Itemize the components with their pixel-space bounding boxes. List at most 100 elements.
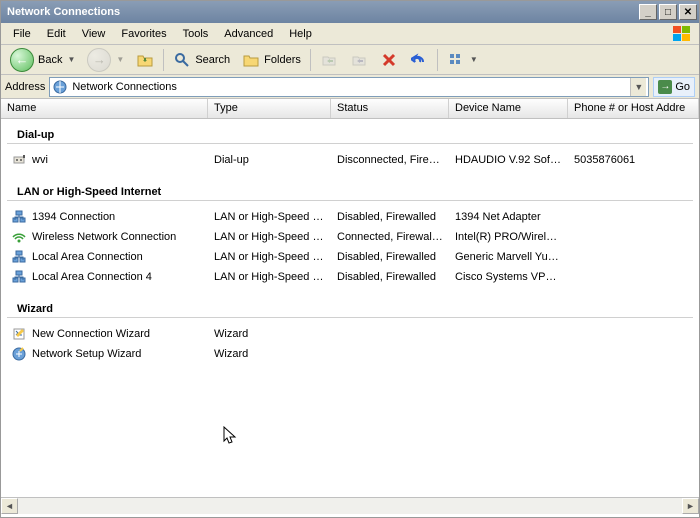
item-status: Connected, Firewalled: [331, 231, 449, 243]
item-status: Disconnected, Firewalled: [331, 154, 449, 166]
title-bar: Network Connections _ □ ✕: [1, 1, 699, 23]
list-item[interactable]: Wireless Network Connection LAN or High-S…: [1, 227, 699, 247]
item-name: Network Setup Wizard: [32, 348, 141, 360]
address-bar: Address Network Connections ▼ → Go: [1, 75, 699, 99]
copy-to-icon: [350, 51, 368, 69]
go-button[interactable]: → Go: [653, 77, 695, 97]
folders-button[interactable]: Folders: [237, 48, 306, 72]
item-name: 1394 Connection: [32, 211, 115, 223]
back-button[interactable]: ← Back ▼: [5, 45, 80, 75]
column-phone[interactable]: Phone # or Host Addre: [568, 99, 699, 118]
menu-bar: File Edit View Favorites Tools Advanced …: [1, 23, 699, 45]
back-arrow-icon: ←: [10, 48, 34, 72]
window-title: Network Connections: [7, 6, 120, 18]
go-label: Go: [675, 81, 690, 93]
menu-advanced[interactable]: Advanced: [216, 26, 281, 42]
item-phone: 5035876061: [568, 154, 699, 166]
address-value: Network Connections: [72, 81, 626, 93]
list-item[interactable]: 1394 Connection LAN or High-Speed Inter..…: [1, 207, 699, 227]
close-button[interactable]: ✕: [679, 4, 697, 20]
item-name: Local Area Connection: [32, 251, 143, 263]
folders-icon: [242, 51, 260, 69]
item-type: Wizard: [208, 328, 331, 340]
list-item[interactable]: Local Area Connection 4 LAN or High-Speed…: [1, 267, 699, 287]
list-item[interactable]: New Connection Wizard Wizard: [1, 324, 699, 344]
menu-edit[interactable]: Edit: [39, 26, 74, 42]
scroll-right-icon[interactable]: ►: [682, 498, 699, 514]
chevron-down-icon: ▼: [470, 55, 478, 64]
connection-icon: [11, 152, 27, 168]
scroll-left-icon[interactable]: ◄: [1, 498, 18, 514]
connection-icon: [11, 249, 27, 265]
delete-button[interactable]: [375, 48, 403, 72]
item-name: Wireless Network Connection: [32, 231, 176, 243]
item-name: wvi: [32, 154, 48, 166]
toolbar: ← Back ▼ → ▼ Search Folders ▼: [1, 45, 699, 75]
item-type: Dial-up: [208, 154, 331, 166]
menu-help[interactable]: Help: [281, 26, 320, 42]
address-label: Address: [5, 81, 45, 93]
column-headers: Name Type Status Device Name Phone # or …: [1, 99, 699, 119]
menu-tools[interactable]: Tools: [175, 26, 217, 42]
item-type: LAN or High-Speed Inter...: [208, 211, 331, 223]
folder-up-icon: [136, 51, 154, 69]
item-type: LAN or High-Speed Inter...: [208, 231, 331, 243]
menu-view[interactable]: View: [74, 26, 114, 42]
content-area: Dial-upwviDial-upDisconnected, Firewalle…: [1, 119, 699, 497]
windows-logo-icon: [669, 24, 695, 44]
menu-favorites[interactable]: Favorites: [113, 26, 174, 42]
item-type: LAN or High-Speed Inter...: [208, 251, 331, 263]
column-name[interactable]: Name: [1, 99, 208, 118]
folders-label: Folders: [264, 54, 301, 66]
search-button[interactable]: Search: [168, 48, 235, 72]
list-item[interactable]: Network Setup Wizard Wizard: [1, 344, 699, 364]
connection-icon: [11, 326, 27, 342]
group-header: Dial-up: [7, 125, 693, 144]
undo-icon: [410, 51, 428, 69]
item-device: 1394 Net Adapter: [449, 211, 568, 223]
search-label: Search: [195, 54, 230, 66]
item-device: Generic Marvell Yukon C...: [449, 251, 568, 263]
copy-to-button[interactable]: [345, 48, 373, 72]
item-name: New Connection Wizard: [32, 328, 150, 340]
item-type: Wizard: [208, 348, 331, 360]
column-status[interactable]: Status: [331, 99, 449, 118]
item-device: Intel(R) PRO/Wireless 39...: [449, 231, 568, 243]
delete-x-icon: [380, 51, 398, 69]
connection-icon: [11, 346, 27, 362]
views-icon: [447, 51, 465, 69]
move-to-button[interactable]: [315, 48, 343, 72]
views-button[interactable]: ▼: [442, 48, 483, 72]
horizontal-scrollbar[interactable]: ◄ ►: [1, 497, 699, 514]
move-to-icon: [320, 51, 338, 69]
column-device[interactable]: Device Name: [449, 99, 568, 118]
list-item[interactable]: wvi Dial-upDisconnected, FirewalledHDAUDI…: [1, 150, 699, 170]
chevron-down-icon: ▼: [67, 55, 75, 64]
address-field[interactable]: Network Connections ▼: [49, 77, 649, 97]
column-type[interactable]: Type: [208, 99, 331, 118]
list-item[interactable]: Local Area Connection LAN or High-Speed I…: [1, 247, 699, 267]
connection-icon: [11, 209, 27, 225]
go-arrow-icon: →: [658, 80, 672, 94]
item-type: LAN or High-Speed Inter...: [208, 271, 331, 283]
forward-button[interactable]: → ▼: [82, 45, 129, 75]
up-button[interactable]: [131, 48, 159, 72]
item-device: HDAUDIO V.92 Soft Dat...: [449, 154, 568, 166]
item-status: Disabled, Firewalled: [331, 271, 449, 283]
network-connections-icon: [52, 79, 68, 95]
item-status: Disabled, Firewalled: [331, 211, 449, 223]
group-header: Wizard: [7, 299, 693, 318]
group-header: LAN or High-Speed Internet: [7, 182, 693, 201]
undo-button[interactable]: [405, 48, 433, 72]
menu-file[interactable]: File: [5, 26, 39, 42]
connection-icon: [11, 269, 27, 285]
address-dropdown-icon[interactable]: ▼: [630, 78, 646, 96]
maximize-button[interactable]: □: [659, 4, 677, 20]
minimize-button[interactable]: _: [639, 4, 657, 20]
forward-arrow-icon: →: [87, 48, 111, 72]
item-status: Disabled, Firewalled: [331, 251, 449, 263]
search-icon: [173, 51, 191, 69]
back-label: Back: [38, 54, 62, 66]
chevron-down-icon: ▼: [116, 55, 124, 64]
item-name: Local Area Connection 4: [32, 271, 152, 283]
